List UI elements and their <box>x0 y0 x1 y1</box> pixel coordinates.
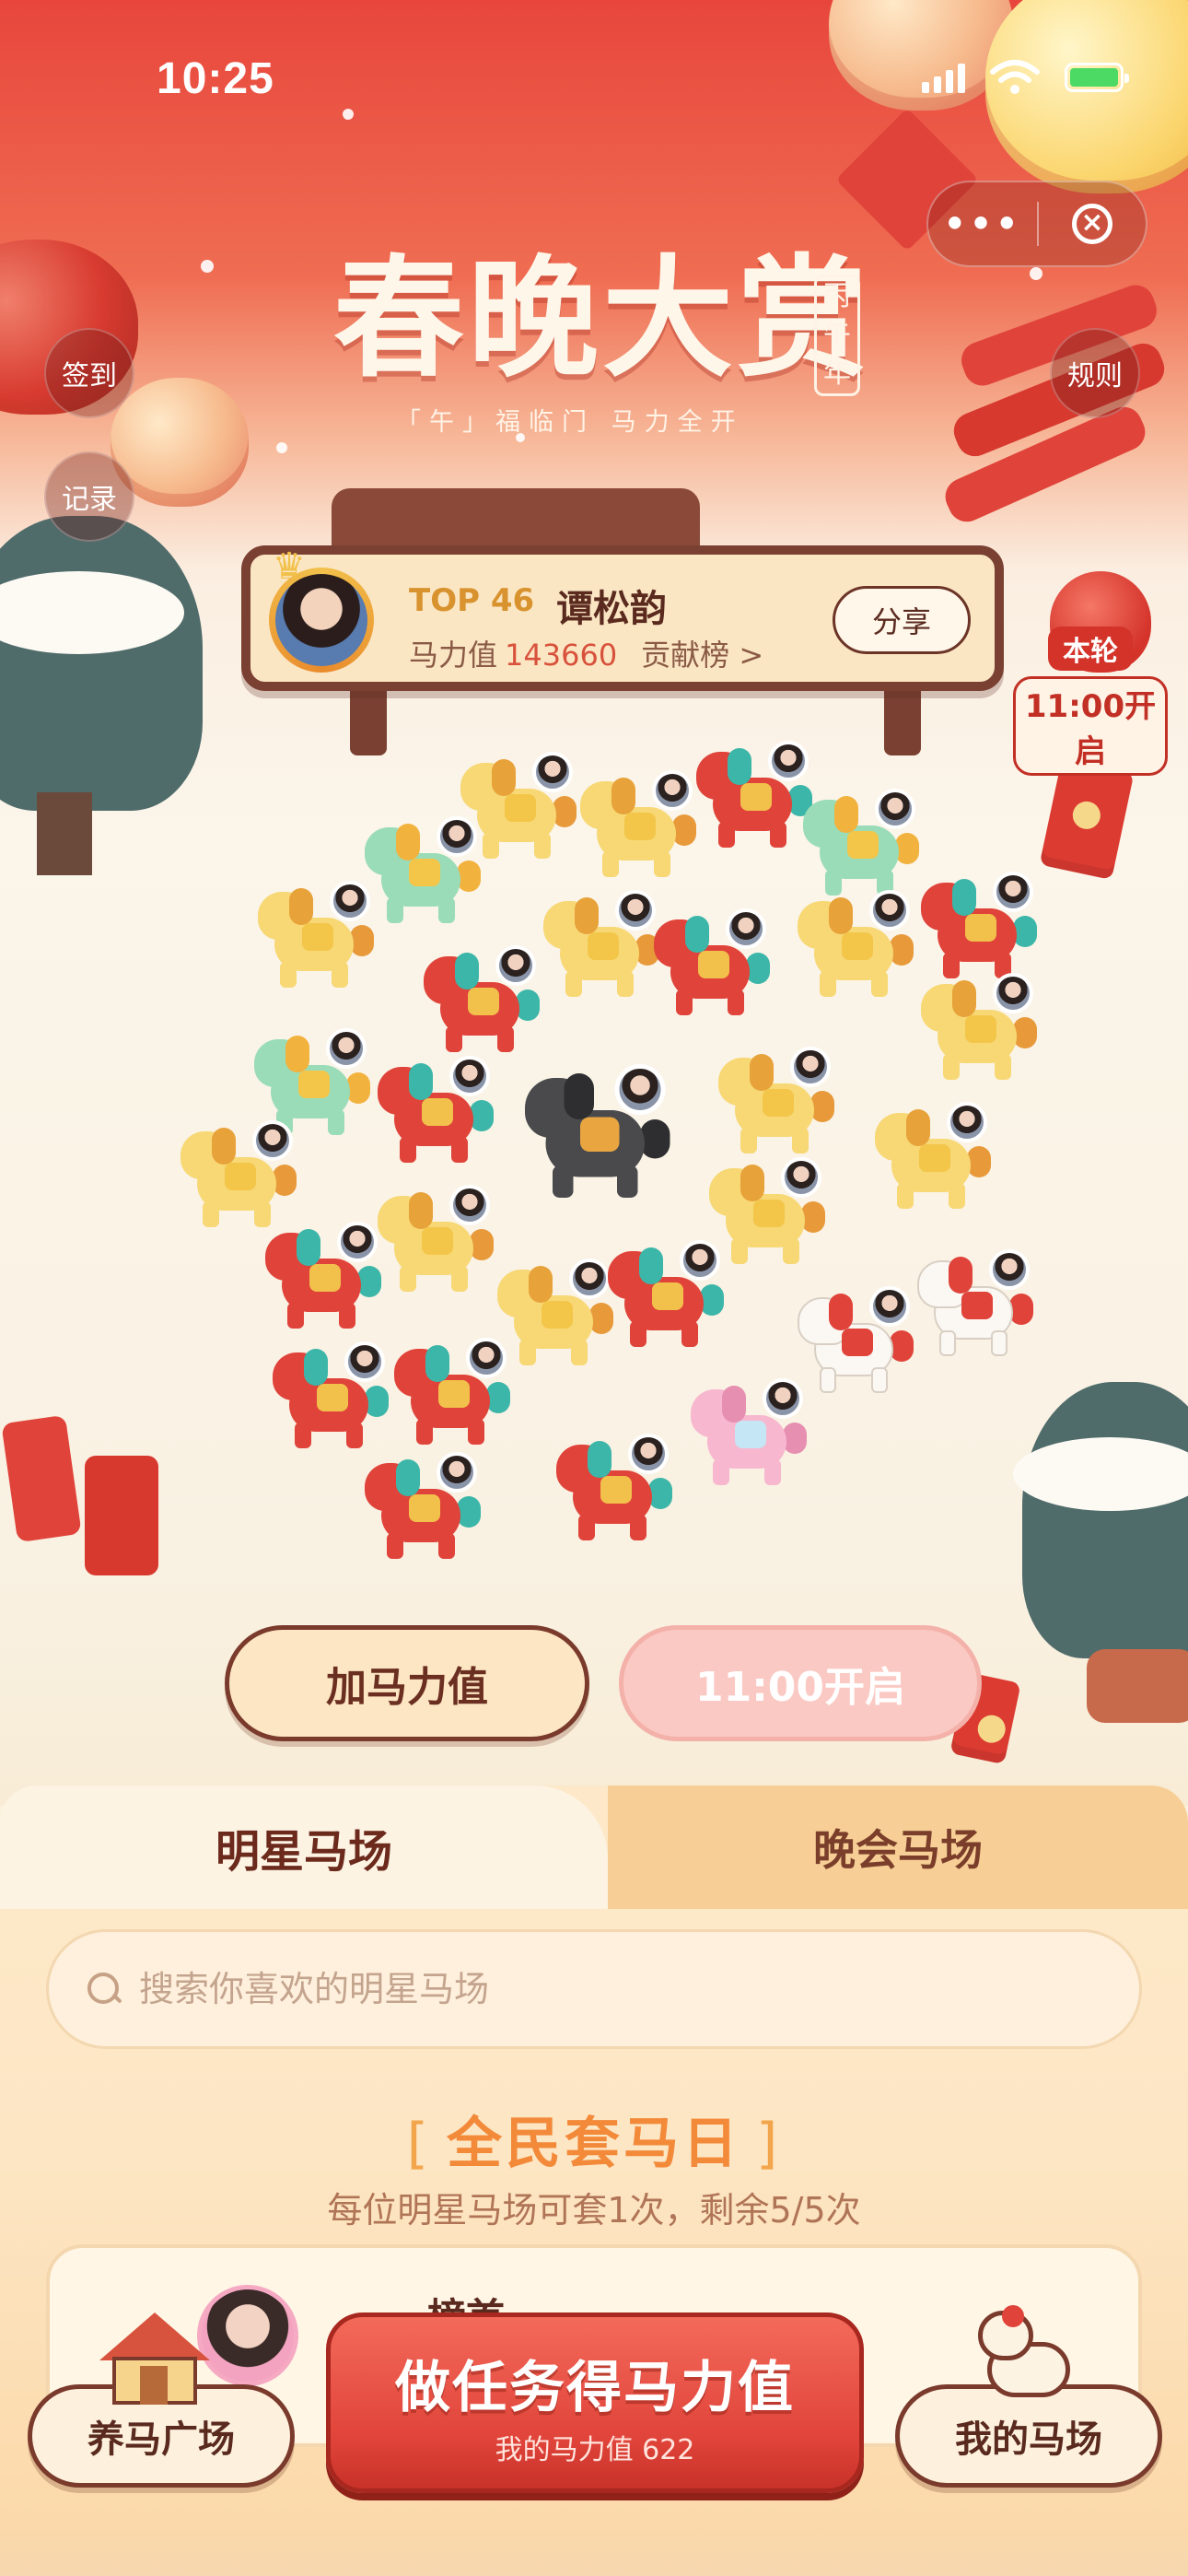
more-menu-button[interactable]: ••• <box>928 204 1037 244</box>
round-badge[interactable]: 本轮 11:00开启 <box>1013 626 1168 776</box>
close-icon: × <box>1071 204 1112 244</box>
signal-icon <box>922 62 965 93</box>
tree-left <box>0 516 203 811</box>
board-top <box>332 488 700 553</box>
round-label: 本轮 <box>1048 626 1133 671</box>
snow-dot <box>276 442 287 453</box>
close-button[interactable]: × <box>1039 204 1146 244</box>
crown-icon: ♛ <box>273 545 306 588</box>
horse[interactable] <box>803 789 923 903</box>
horse[interactable] <box>258 881 378 995</box>
horse[interactable] <box>580 770 700 884</box>
horse-mascot-icon <box>978 2305 1079 2403</box>
horse[interactable] <box>921 973 1041 1087</box>
snow-dot <box>343 109 354 120</box>
star-name: 谭松韵 <box>556 588 667 630</box>
horse[interactable] <box>424 945 543 1060</box>
open-time-button[interactable]: 11:00开启 <box>619 1625 982 1741</box>
round-time: 11:00开启 <box>1013 676 1168 776</box>
contrib-link[interactable]: 贡献榜 > <box>641 638 763 673</box>
firecracker <box>85 1456 158 1575</box>
red-envelope-icon[interactable] <box>1039 757 1135 881</box>
horse[interactable] <box>608 1240 728 1354</box>
battery-icon <box>1065 63 1129 92</box>
search-icon <box>86 1971 122 2008</box>
horse[interactable] <box>378 1056 497 1170</box>
horse[interactable] <box>365 1452 484 1566</box>
tab-star-ranch[interactable]: 明星马场 <box>0 1786 608 1909</box>
horse[interactable] <box>181 1120 300 1235</box>
horse[interactable] <box>543 890 663 1004</box>
search-bar[interactable] <box>46 1929 1142 2049</box>
ranch-avatar <box>197 2285 298 2386</box>
page-subtitle: 「午」福临门 马力全开 <box>396 408 744 437</box>
power-value: 143660 <box>505 638 618 673</box>
event-title-text: 全民套马日 <box>447 2112 741 2176</box>
task-button[interactable]: 做任务得马力值 我的马力值 622 <box>326 2313 864 2493</box>
my-power-value: 我的马力值 622 <box>495 2434 695 2466</box>
horse-featured[interactable] <box>525 1064 721 1253</box>
task-title: 做任务得马力值 <box>395 2356 795 2420</box>
horse[interactable] <box>798 890 917 1004</box>
horse[interactable] <box>556 1434 676 1548</box>
leaderboard-board[interactable]: ♛ TOP 46 谭松韵 马力值 143660 贡献榜 > 分享 <box>241 545 1004 691</box>
horse[interactable] <box>378 1185 497 1299</box>
horse[interactable] <box>718 1047 838 1161</box>
snow-dot <box>1030 267 1042 280</box>
rank-label: TOP 46 <box>409 582 535 619</box>
horse[interactable] <box>654 908 774 1023</box>
page-title: 春晚大赏 <box>333 242 871 395</box>
wifi-icon <box>990 60 1040 94</box>
horse[interactable] <box>691 1378 810 1493</box>
power-label: 马力值 <box>409 638 498 673</box>
rules-button[interactable]: 规则 <box>1050 328 1140 418</box>
event-title: [全民套马日] <box>0 2099 1188 2179</box>
horse[interactable] <box>875 1102 995 1216</box>
bracket-right: ] <box>756 2112 782 2176</box>
bottom-fade <box>0 2524 1188 2576</box>
checkin-button[interactable]: 签到 <box>44 328 134 418</box>
add-power-button[interactable]: 加马力值 <box>225 1625 589 1741</box>
share-button[interactable]: 分享 <box>833 586 971 654</box>
power-line: 马力值 143660 贡献榜 > <box>409 632 763 674</box>
horse[interactable] <box>394 1338 514 1452</box>
board-post <box>350 682 387 755</box>
horse[interactable] <box>917 1249 1037 1364</box>
event-subtitle: 每位明星马场可套1次，剩余5/5次 <box>327 2190 861 2231</box>
records-button[interactable]: 记录 <box>44 451 134 542</box>
tab-gala-ranch[interactable]: 晚会马场 <box>608 1786 1188 1909</box>
horse[interactable] <box>921 872 1041 986</box>
horse[interactable] <box>497 1259 617 1373</box>
tree-pot <box>1087 1649 1188 1723</box>
house-icon <box>99 2313 210 2405</box>
horse[interactable] <box>273 1341 392 1456</box>
horse[interactable] <box>696 741 816 855</box>
search-input[interactable] <box>139 1969 1060 2009</box>
status-icons <box>922 59 1129 96</box>
horse[interactable] <box>798 1286 917 1400</box>
board-post <box>884 682 921 755</box>
bracket-left: [ <box>406 2112 432 2176</box>
horse[interactable] <box>365 816 484 931</box>
title-seal: 丙午年 <box>814 275 860 396</box>
tree-trunk <box>37 792 92 875</box>
horse[interactable] <box>265 1222 385 1336</box>
lantern-top-yellow <box>985 0 1188 193</box>
miniprogram-capsule: ••• × <box>926 181 1147 267</box>
snow-dot <box>201 260 214 273</box>
status-time: 10:25 <box>157 54 274 103</box>
firecracker <box>1 1414 82 1543</box>
tree-right <box>1022 1382 1188 1658</box>
